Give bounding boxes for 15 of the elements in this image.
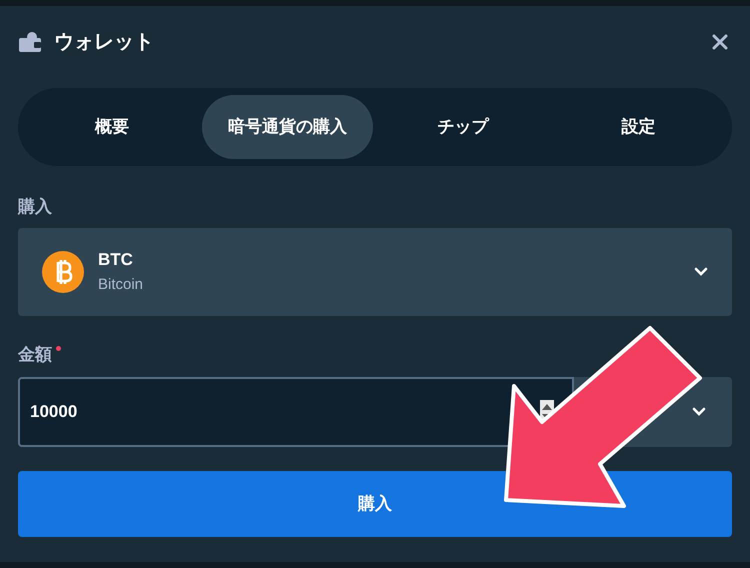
field-label: 購入 (18, 196, 53, 218)
wallet-icon (18, 31, 42, 53)
chevron-down-icon (694, 266, 708, 276)
currency-select[interactable]: BTC Bitcoin (18, 228, 732, 316)
tab[interactable]: 暗号通貨の購入 (202, 95, 373, 159)
currency-name: Bitcoin (98, 275, 144, 295)
tab[interactable]: 設定 (552, 95, 724, 159)
buy-button[interactable]: 購入 (18, 471, 732, 537)
currency-code: BTC (98, 248, 134, 270)
chevron-down-icon (692, 407, 706, 417)
bitcoin-icon (42, 250, 84, 292)
window-title: ウォレット (54, 30, 154, 55)
tab[interactable]: 概要 (26, 95, 198, 159)
field-label: 金額 (18, 344, 52, 366)
tab[interactable]: チップ (377, 95, 548, 159)
